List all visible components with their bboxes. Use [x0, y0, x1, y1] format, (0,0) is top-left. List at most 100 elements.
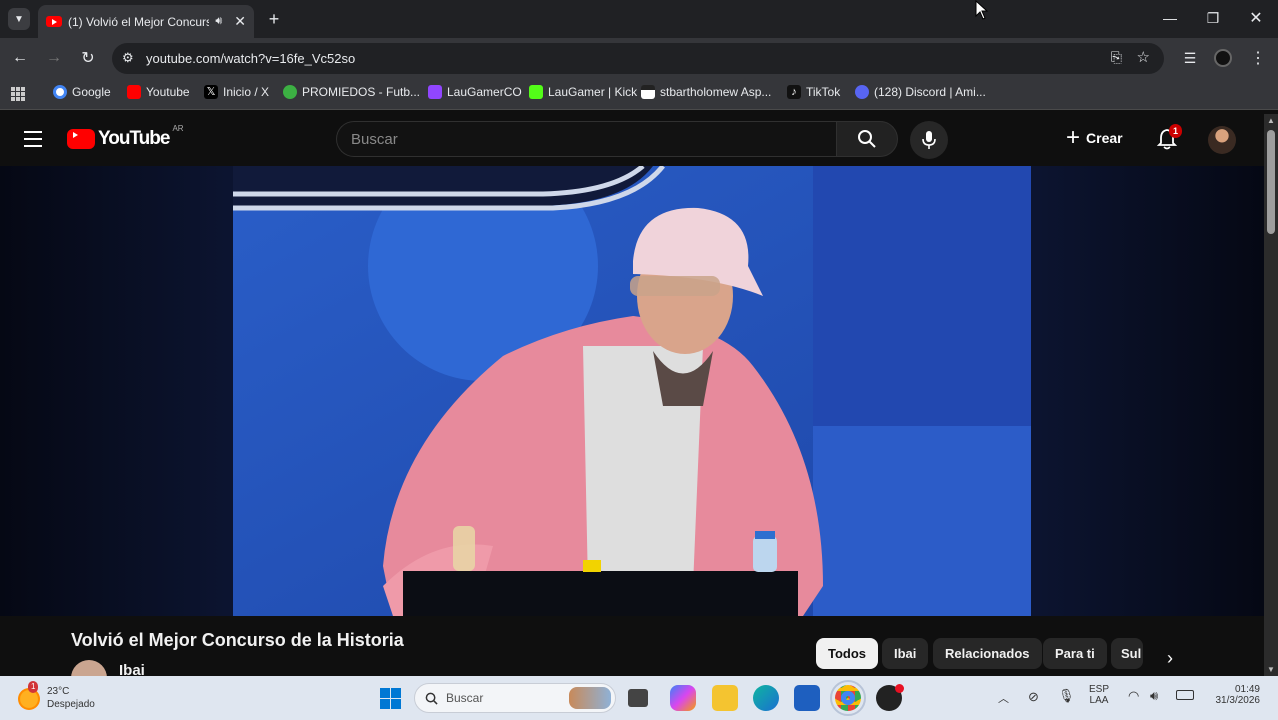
hamburger-menu-icon[interactable]	[24, 131, 42, 147]
minimize-button[interactable]: —	[1160, 8, 1180, 28]
clock-date: 31/3/2026	[1215, 695, 1261, 706]
tab-close-icon[interactable]: ✕	[234, 13, 246, 30]
bookmark-discord[interactable]: (128) Discord | Ami...	[855, 85, 986, 99]
task-view-icon[interactable]	[628, 689, 648, 707]
taskbar-search-box[interactable]: Buscar	[414, 683, 616, 713]
bookmark-kick[interactable]: LauGamer | Kick	[529, 85, 637, 99]
more-menu-icon[interactable]: ⋮	[1248, 48, 1268, 68]
chip-relacionados[interactable]: Relacionados	[933, 638, 1042, 669]
chip-ibai[interactable]: Ibai	[882, 638, 929, 669]
show-hidden-icons-icon[interactable]: ︿	[998, 690, 1009, 706]
profile-avatar-icon[interactable]	[1214, 49, 1232, 67]
youtube-logo-icon	[67, 129, 95, 149]
video-frame[interactable]	[233, 166, 1031, 616]
url-text: youtube.com/watch?v=16fe_Vc52so	[146, 51, 356, 66]
notifications-button[interactable]: 1	[1156, 124, 1183, 152]
create-label: Crear	[1086, 130, 1123, 146]
chips-next-arrow-icon[interactable]: ›	[1160, 648, 1180, 668]
tab-title: (1) Volvió el Mejor Concurso de la Histo…	[68, 14, 210, 29]
media-control-icon[interactable]: ☰	[1180, 48, 1200, 68]
chrome-icon[interactable]	[830, 680, 866, 716]
search-box	[336, 121, 836, 157]
windows-taskbar: 1 23°C Despejado Buscar ︿ ⊘ 🎙︎ ESP LAA ◠…	[0, 676, 1278, 720]
microphone-tray-icon[interactable]: 🎙︎	[1058, 688, 1075, 704]
weather-widget[interactable]: 1 23°C Despejado	[18, 681, 118, 714]
page-scrollbar[interactable]: ▲ ▼	[1264, 114, 1278, 676]
bookmarks-bar: Google Youtube 𝕏 Inicio / X PROMIEDOS - F…	[0, 78, 1278, 110]
plus-icon: +	[1066, 124, 1081, 151]
edge-browser-icon[interactable]	[753, 685, 779, 711]
bookmark-google[interactable]: Google	[53, 85, 111, 99]
file-explorer-icon[interactable]	[712, 685, 738, 711]
x-logo-icon: 𝕏	[204, 85, 218, 99]
create-button[interactable]: + Crear	[1066, 124, 1123, 151]
browser-tab-active[interactable]: (1) Volvió el Mejor Concurso de la Histo…	[38, 5, 254, 38]
search-icon	[858, 130, 876, 148]
scrollbar-thumb[interactable]	[1267, 130, 1275, 234]
chip-subidos[interactable]: Sul	[1111, 638, 1143, 669]
account-avatar[interactable]	[1208, 126, 1236, 154]
discord-icon	[855, 85, 869, 99]
voice-search-button[interactable]	[910, 121, 948, 159]
bookmark-x[interactable]: 𝕏 Inicio / X	[204, 85, 269, 99]
chip-para-ti[interactable]: Para ti	[1043, 638, 1107, 669]
weather-temp: 23°C	[47, 686, 70, 697]
wifi-icon[interactable]: ◠	[1128, 688, 1139, 704]
page-icon	[641, 85, 655, 99]
back-arrow-icon[interactable]: ←	[10, 48, 30, 68]
bookmark-stbartholomew[interactable]: stbartholomew Asp...	[641, 85, 771, 99]
weather-desc: Despejado	[47, 699, 95, 710]
reload-icon[interactable]: ↻	[78, 48, 98, 68]
video-title: Volvió el Mejor Concurso de la Historia	[71, 630, 404, 650]
country-code: AR	[172, 124, 184, 133]
microphone-icon	[922, 131, 936, 149]
address-bar[interactable]: ⚙︎ youtube.com/watch?v=16fe_Vc52so ⎘ ☆	[112, 43, 1164, 74]
language-indicator[interactable]: ESP LAA	[1089, 684, 1109, 706]
microsoft-store-icon[interactable]	[794, 685, 820, 711]
bookmark-star-icon[interactable]: ☆	[1137, 48, 1150, 66]
forward-arrow-icon[interactable]: →	[44, 48, 64, 68]
kick-icon	[529, 85, 543, 99]
youtube-favicon-icon	[46, 16, 62, 27]
apps-grid-icon[interactable]	[11, 87, 25, 101]
bookmark-twitch[interactable]: LauGamerCO	[428, 85, 522, 99]
start-windows-icon[interactable]	[380, 688, 401, 709]
bookmark-youtube[interactable]: Youtube	[127, 85, 190, 99]
speaker-icon[interactable]: 🔊︎	[215, 15, 222, 28]
search-input[interactable]	[337, 122, 836, 156]
youtube-logo[interactable]: YouTube AR	[67, 124, 184, 150]
video-scene	[233, 166, 1031, 616]
search-button[interactable]	[836, 121, 898, 157]
copilot-icon[interactable]	[670, 685, 696, 711]
youtube-logo-text: YouTube	[98, 128, 170, 149]
tab-strip: ▼ (1) Volvió el Mejor Concurso de la His…	[0, 0, 1278, 38]
scroll-up-icon[interactable]: ▲	[1267, 116, 1275, 125]
onedrive-icon[interactable]: ⊘	[1028, 689, 1039, 705]
clock-time: 01:49	[1234, 684, 1260, 695]
promiedos-icon	[283, 85, 297, 99]
site-settings-icon[interactable]: ⚙︎	[122, 50, 134, 66]
new-tab-button[interactable]: +	[264, 9, 284, 29]
bookmark-promiedos[interactable]: PROMIEDOS - Futb...	[283, 85, 420, 99]
taskbar-search-placeholder: Buscar	[446, 691, 484, 705]
chevron-down-icon: ▼	[14, 13, 24, 25]
youtube-header: YouTube AR + Crear 1	[0, 114, 1264, 166]
bookmark-tiktok[interactable]: ♪ TikTok	[787, 85, 840, 99]
install-app-icon[interactable]: ⎘	[1111, 49, 1122, 66]
scroll-down-icon[interactable]: ▼	[1267, 665, 1275, 674]
notification-badge: 1	[1169, 124, 1183, 138]
app-notification-dot	[895, 684, 904, 693]
chip-todos[interactable]: Todos	[816, 638, 879, 669]
video-info-area: Volvió el Mejor Concurso de la Historia …	[0, 616, 1264, 696]
battery-icon[interactable]	[1176, 690, 1194, 700]
clock[interactable]: 01:49 31/3/2026	[1204, 684, 1261, 706]
twitch-icon	[428, 85, 442, 99]
volume-icon[interactable]: 🔊︎	[1150, 688, 1158, 704]
video-player[interactable]	[0, 166, 1264, 616]
close-window-button[interactable]: ✕	[1246, 8, 1266, 28]
mouse-cursor-icon	[975, 0, 989, 20]
restore-button[interactable]: ❐	[1203, 8, 1223, 28]
tiktok-icon: ♪	[787, 85, 801, 99]
tab-search-button[interactable]: ▼	[8, 8, 30, 30]
browser-toolbar: ← → ↻ ⚙︎ youtube.com/watch?v=16fe_Vc52so…	[0, 38, 1278, 78]
